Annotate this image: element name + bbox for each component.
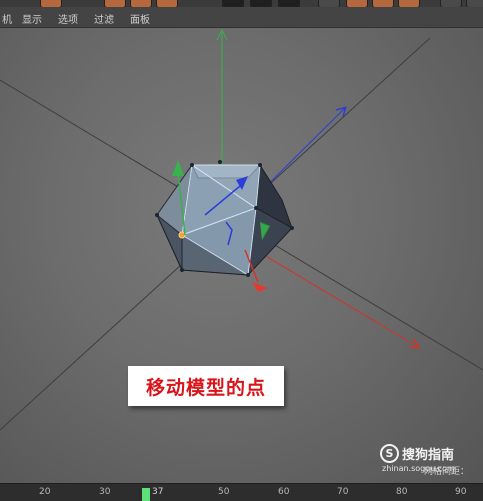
top-toolbar — [0, 0, 483, 7]
tool-button-9[interactable] — [372, 0, 394, 7]
timeline-tick: 80 — [396, 487, 408, 497]
playhead[interactable] — [142, 488, 150, 501]
tool-button-11[interactable] — [440, 0, 462, 7]
watermark-brand: 搜狗指南 — [402, 448, 455, 463]
timeline-tick: 30 — [99, 487, 111, 497]
watermark-logo: S 搜狗指南 — [380, 444, 454, 463]
mesh-vertex[interactable] — [258, 163, 262, 167]
timeline-tick: 60 — [278, 487, 290, 497]
menu-camera[interactable]: 机 — [2, 11, 12, 26]
caption-box: 移动模型的点 — [128, 366, 284, 406]
viewport-scene — [0, 28, 483, 431]
tool-button-7[interactable] — [318, 0, 340, 7]
menu-filter[interactable]: 过滤 — [94, 11, 114, 26]
tool-button-12[interactable] — [466, 0, 483, 7]
tool-button-6[interactable] — [278, 0, 300, 7]
tool-button-8[interactable] — [346, 0, 368, 7]
mesh-vertex[interactable] — [180, 268, 184, 272]
tool-button-10[interactable] — [398, 0, 420, 7]
mesh-vertex[interactable] — [246, 273, 250, 277]
tool-button-4[interactable] — [222, 0, 244, 7]
timeline-tick: 20 — [39, 487, 51, 497]
mesh-vertex[interactable] — [254, 206, 258, 210]
icosahedron-model[interactable] — [155, 160, 294, 277]
mesh-vertex[interactable] — [155, 213, 159, 217]
gizmo-y-arrow[interactable] — [172, 160, 184, 176]
current-frame: 37 — [152, 487, 164, 497]
timeline-tick: 50 — [218, 487, 230, 497]
tool-button-5[interactable] — [250, 0, 272, 7]
timeline-ruler[interactable]: 20 30 37 50 60 70 80 90 — [0, 483, 483, 501]
mesh-vertex[interactable] — [218, 160, 222, 164]
menu-options[interactable]: 选项 — [58, 11, 78, 26]
3d-viewport[interactable]: 移动模型的点 — [0, 28, 483, 483]
mesh-vertex[interactable] — [290, 226, 294, 230]
tool-button-1[interactable] — [104, 0, 126, 7]
sogou-logo-icon: S — [380, 444, 399, 463]
render-button[interactable] — [40, 0, 62, 7]
menu-panel[interactable]: 面板 — [130, 11, 150, 26]
tool-button-3[interactable] — [156, 0, 178, 7]
menu-display[interactable]: 显示 — [22, 11, 42, 26]
grid-spacing-label: 网格间距： — [424, 467, 470, 477]
timeline-tick: 90 — [455, 487, 467, 497]
viewport-menubar: 机 显示 选项 过滤 面板 — [0, 7, 483, 28]
caption-text: 移动模型的点 — [145, 376, 266, 399]
mesh-vertex[interactable] — [190, 163, 194, 167]
timeline-tick: 70 — [337, 487, 349, 497]
gizmo-x-arrow[interactable] — [252, 282, 268, 292]
tool-button-2[interactable] — [130, 0, 152, 7]
